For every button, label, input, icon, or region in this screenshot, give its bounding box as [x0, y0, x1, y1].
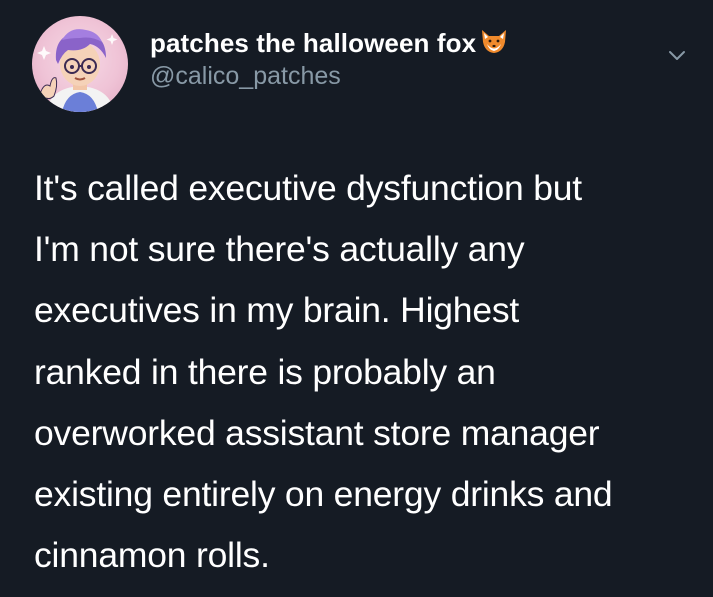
user-handle[interactable]: @calico_patches [150, 62, 509, 91]
tweet-author: patches the halloween fox @calico_patche… [150, 26, 509, 91]
chevron-down-icon[interactable] [664, 42, 690, 68]
tweet-text: It's called executive dysfunction but I'… [34, 158, 694, 586]
display-name[interactable]: patches the halloween fox [150, 28, 476, 59]
tweet-header: patches the halloween fox @calico_patche… [32, 14, 692, 112]
tweet-text-line: I'm not sure there's actually any [34, 229, 525, 270]
avatar[interactable] [32, 16, 128, 112]
display-name-row: patches the halloween fox [150, 26, 509, 60]
tweet-text-line: overworked assistant store manager [34, 412, 600, 453]
tweet: patches the halloween fox @calico_patche… [0, 0, 713, 597]
tweet-text-line: It's called executive dysfunction but [34, 168, 582, 208]
tweet-text-line: ranked in there is probably an [34, 351, 496, 392]
fox-face-icon [482, 30, 507, 53]
tweet-text-line: cinnamon rolls. [34, 535, 270, 576]
avatar-illustration [37, 29, 118, 112]
tweet-text-line: existing entirely on energy drinks and [34, 474, 613, 515]
tweet-text-line: executives in my brain. Highest [34, 290, 520, 331]
